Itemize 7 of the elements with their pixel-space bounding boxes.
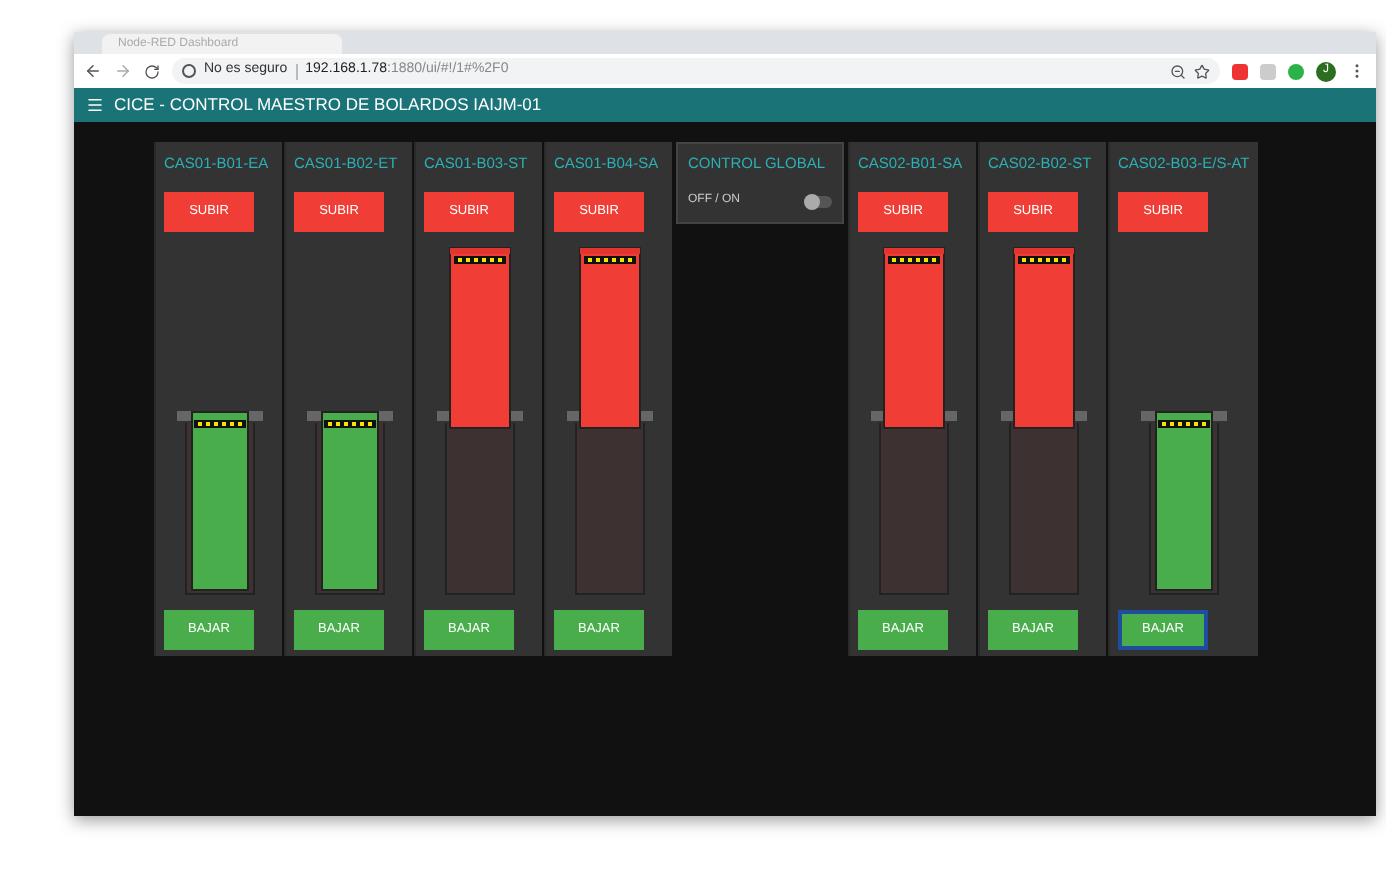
toggle-switch[interactable]: [804, 195, 832, 208]
header-title: CICE - CONTROL MAESTRO DE BOLARDOS IAIJM-01: [114, 92, 542, 118]
back-icon[interactable]: [84, 62, 102, 80]
reload-icon[interactable]: [144, 63, 160, 79]
zoom-out-icon[interactable]: [1170, 63, 1186, 79]
star-icon[interactable]: [1194, 63, 1210, 79]
menu-icon[interactable]: [86, 96, 104, 114]
